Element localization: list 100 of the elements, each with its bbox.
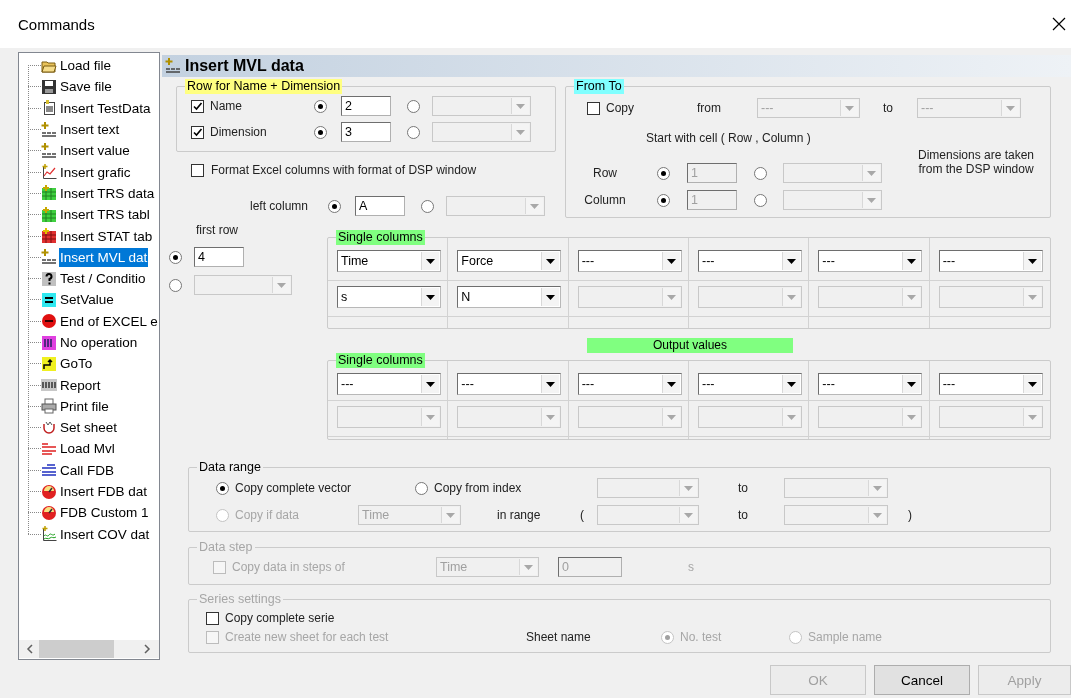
tree-item[interactable]: Insert TestData bbox=[59, 98, 152, 118]
radio-button[interactable] bbox=[754, 193, 767, 207]
dropdown[interactable]: Force bbox=[457, 250, 562, 272]
radio-button[interactable] bbox=[657, 193, 670, 207]
tree-item[interactable]: End of EXCEL e bbox=[59, 311, 159, 331]
equals-icon bbox=[41, 291, 57, 308]
tree-item[interactable]: GoTo bbox=[59, 354, 94, 374]
radio-button[interactable] bbox=[407, 99, 420, 113]
dropdown[interactable] bbox=[783, 163, 882, 183]
checkbox[interactable] bbox=[206, 611, 219, 625]
dropdown[interactable] bbox=[784, 478, 888, 498]
chevron-right-icon[interactable] bbox=[144, 644, 151, 654]
dropdown[interactable]: --- bbox=[818, 250, 923, 272]
radio-button[interactable] bbox=[754, 166, 767, 180]
caret-icon bbox=[845, 105, 854, 111]
dropdown[interactable] bbox=[432, 122, 531, 142]
dropdown[interactable] bbox=[783, 190, 882, 210]
dropdown[interactable] bbox=[938, 286, 1043, 308]
dropdown[interactable] bbox=[194, 275, 292, 295]
dropdown[interactable] bbox=[432, 96, 531, 116]
label: in range bbox=[497, 508, 541, 522]
tree-item[interactable]: Insert COV dat bbox=[59, 524, 151, 544]
tree-item[interactable]: Insert STAT tab bbox=[59, 226, 154, 246]
radio-button[interactable] bbox=[216, 481, 229, 495]
radio-button[interactable] bbox=[169, 250, 182, 264]
tree-item[interactable]: No operation bbox=[59, 333, 139, 352]
tree-item[interactable]: Call FDB bbox=[59, 460, 115, 480]
radio-button[interactable] bbox=[314, 125, 327, 139]
text-field[interactable]: 3 bbox=[341, 122, 391, 142]
dropdown[interactable]: --- bbox=[457, 373, 562, 395]
caret-icon bbox=[873, 485, 882, 491]
dropdown[interactable] bbox=[698, 406, 802, 428]
radio-button[interactable] bbox=[169, 278, 182, 292]
label: s bbox=[688, 560, 694, 574]
radio-button[interactable] bbox=[421, 199, 434, 213]
dropdown[interactable]: N bbox=[457, 286, 562, 308]
tree-item[interactable]: SetValue bbox=[59, 290, 115, 310]
dropdown[interactable]: --- bbox=[698, 373, 802, 395]
tree-item[interactable]: FDB Custom 1 bbox=[59, 503, 150, 523]
dropdown[interactable]: --- bbox=[698, 250, 802, 272]
dropdown[interactable]: --- bbox=[938, 373, 1043, 395]
tree-item[interactable]: Insert MVL dat bbox=[59, 247, 149, 267]
dropdown[interactable] bbox=[784, 505, 888, 525]
printer-icon bbox=[41, 398, 57, 415]
dropdown[interactable]: --- bbox=[938, 250, 1043, 272]
checkbox[interactable] bbox=[191, 99, 204, 113]
dropdown[interactable]: s bbox=[337, 286, 441, 308]
checkbox[interactable] bbox=[191, 125, 204, 139]
dropdown[interactable] bbox=[818, 406, 923, 428]
dropdown[interactable] bbox=[818, 286, 923, 308]
dropdown[interactable]: Time bbox=[337, 250, 441, 272]
text-field[interactable]: 2 bbox=[341, 96, 391, 116]
label: Copy data in steps of bbox=[232, 560, 345, 574]
tree-item[interactable]: Print file bbox=[59, 396, 110, 416]
dropdown[interactable]: --- bbox=[337, 373, 441, 395]
text-field[interactable]: A bbox=[355, 196, 405, 216]
dropdown[interactable]: --- bbox=[577, 373, 682, 395]
tree-item[interactable]: Save file bbox=[59, 77, 113, 97]
dropdown[interactable] bbox=[597, 478, 699, 498]
question-icon bbox=[41, 270, 57, 287]
label: Start with cell ( Row , Column ) bbox=[646, 131, 811, 145]
dropdown[interactable] bbox=[698, 286, 802, 308]
close-icon[interactable] bbox=[1052, 17, 1066, 31]
radio-button[interactable] bbox=[415, 481, 428, 495]
caret-icon bbox=[787, 414, 796, 420]
tree-item[interactable]: Report bbox=[59, 375, 102, 395]
label: to bbox=[738, 508, 748, 522]
dropdown[interactable]: --- bbox=[818, 373, 923, 395]
caret-icon bbox=[546, 294, 556, 300]
tree-item[interactable]: Load Mvl bbox=[59, 439, 116, 459]
tree-item[interactable]: Insert TRS data bbox=[59, 183, 156, 203]
caret-icon bbox=[787, 381, 796, 387]
tree-item[interactable]: Load file bbox=[59, 56, 113, 76]
tree-item[interactable]: Insert grafic bbox=[59, 162, 132, 182]
radio-button[interactable] bbox=[407, 125, 420, 139]
chevron-left-icon[interactable] bbox=[26, 644, 33, 654]
tree-item[interactable]: Test / Conditio bbox=[59, 269, 147, 289]
dropdown[interactable] bbox=[446, 196, 545, 216]
tree-item[interactable]: Insert FDB dat bbox=[59, 482, 149, 502]
dropdown[interactable] bbox=[577, 406, 682, 428]
radio-button[interactable] bbox=[657, 166, 670, 180]
tree-item[interactable]: Set sheet bbox=[59, 418, 119, 438]
dropdown[interactable] bbox=[577, 286, 682, 308]
caret-icon bbox=[426, 381, 435, 387]
checkbox[interactable] bbox=[587, 101, 600, 115]
text-field[interactable]: 4 bbox=[194, 247, 244, 267]
dropdown[interactable] bbox=[597, 505, 699, 525]
tree-item[interactable]: Insert value bbox=[59, 141, 131, 161]
checkbox[interactable] bbox=[191, 163, 204, 177]
dialog-button[interactable]: Cancel bbox=[874, 665, 970, 695]
dropdown[interactable] bbox=[457, 406, 562, 428]
tree-item[interactable]: Insert TRS tabl bbox=[59, 205, 151, 225]
radio-button[interactable] bbox=[314, 99, 327, 113]
scroll-thumb[interactable] bbox=[39, 640, 114, 658]
dropdown[interactable] bbox=[337, 406, 441, 428]
tree-item[interactable]: Insert text bbox=[59, 120, 121, 140]
dropdown[interactable] bbox=[938, 406, 1043, 428]
dropdown[interactable]: --- bbox=[577, 250, 682, 272]
label: Sheet name bbox=[526, 630, 591, 644]
radio-button[interactable] bbox=[328, 199, 341, 213]
